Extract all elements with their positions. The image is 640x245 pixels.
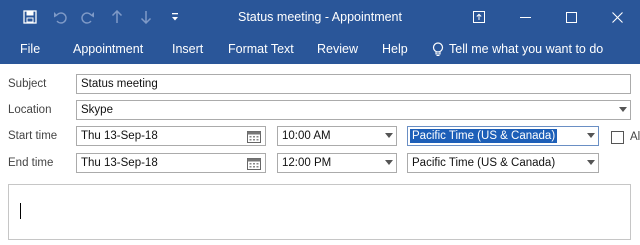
customize-icon[interactable] [166,0,184,34]
chevron-down-icon[interactable] [385,160,393,165]
minimize-icon[interactable] [502,0,548,34]
tab-appointment[interactable]: Appointment [73,34,143,64]
restore-icon[interactable] [548,0,594,34]
undo-icon[interactable] [49,0,71,34]
start-time-field[interactable]: 10:00 AM [277,126,397,146]
end-time-label: End time [8,157,54,169]
lightbulb-icon [432,41,444,57]
tell-me-label: Tell me what you want to do [449,42,604,56]
subject-field[interactable]: Status meeting [76,74,631,94]
location-value: Skype [81,104,113,116]
move-up-icon[interactable] [106,0,128,34]
all-day-label: Al [630,131,640,143]
ribbon-display-options-icon[interactable] [456,0,502,34]
chevron-down-icon[interactable] [619,107,627,112]
start-timezone-value: Pacific Time (US & Canada) [410,129,558,143]
redo-icon[interactable] [77,0,99,34]
tab-insert[interactable]: Insert [172,34,203,64]
text-cursor [20,203,21,219]
location-field[interactable]: Skype [76,100,631,120]
end-time-field[interactable]: 12:00 PM [277,153,397,173]
chevron-down-icon[interactable] [385,133,393,138]
chevron-down-icon[interactable] [587,160,595,165]
tab-format-text[interactable]: Format Text [228,34,294,64]
save-icon[interactable] [18,0,42,34]
start-date-value: Thu 13-Sep-18 [81,130,158,142]
tab-file[interactable]: File [20,34,40,64]
start-time-label: Start time [8,130,58,142]
title-bar: Status meeting - Appointment [0,0,640,34]
close-icon[interactable] [594,0,640,34]
appointment-body-editor[interactable] [8,184,631,240]
start-date-field[interactable]: Thu 13-Sep-18 [76,126,266,146]
start-time-value: 10:00 AM [282,130,331,142]
end-date-field[interactable]: Thu 13-Sep-18 [76,153,266,173]
end-timezone-value: Pacific Time (US & Canada) [412,157,556,169]
tell-me-search[interactable]: Tell me what you want to do [432,34,603,64]
end-timezone-select[interactable]: Pacific Time (US & Canada) [407,153,599,173]
location-label: Location [8,104,52,116]
end-date-value: Thu 13-Sep-18 [81,157,158,169]
ribbon-tab-bar: File Appointment Insert Format Text Revi… [0,34,640,64]
chevron-down-icon[interactable] [587,133,595,138]
subject-label: Subject [8,78,47,90]
subject-value: Status meeting [81,78,158,90]
move-down-icon[interactable] [135,0,157,34]
calendar-icon[interactable] [245,155,263,171]
all-day-checkbox[interactable] [611,131,624,144]
tab-help[interactable]: Help [382,34,408,64]
tab-review[interactable]: Review [317,34,358,64]
end-time-value: 12:00 PM [282,157,332,169]
calendar-icon[interactable] [245,128,263,144]
start-timezone-select[interactable]: Pacific Time (US & Canada) [407,126,599,146]
